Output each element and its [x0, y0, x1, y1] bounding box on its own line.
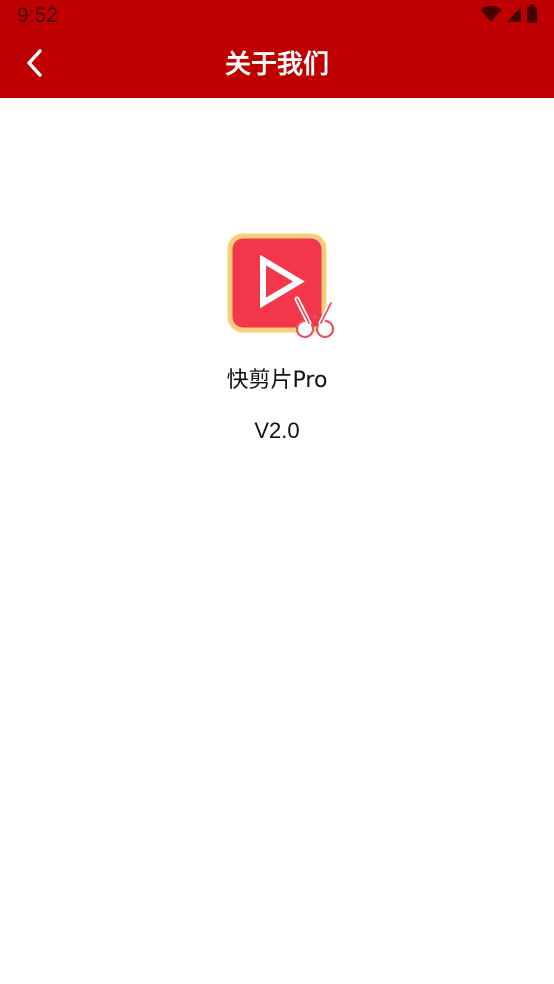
app-name: 快剪片Pro [226, 368, 328, 393]
status-icons [480, 4, 538, 28]
cellular-signal-icon [506, 5, 522, 27]
chevron-left-icon [23, 48, 47, 82]
about-screen: 9:52 关于我们 快剪片Pro V2.0 [0, 0, 554, 984]
status-time: 9:52 [17, 4, 58, 27]
about-content: 快剪片Pro V2.0 [0, 98, 554, 984]
app-toolbar: 关于我们 [0, 32, 554, 98]
back-button[interactable] [12, 42, 58, 88]
page-title: 关于我们 [224, 50, 329, 80]
battery-icon [526, 4, 538, 28]
status-bar: 9:52 [0, 0, 554, 32]
wifi-icon [480, 5, 502, 27]
app-version: V2.0 [254, 418, 300, 443]
app-logo-icon [227, 233, 337, 345]
